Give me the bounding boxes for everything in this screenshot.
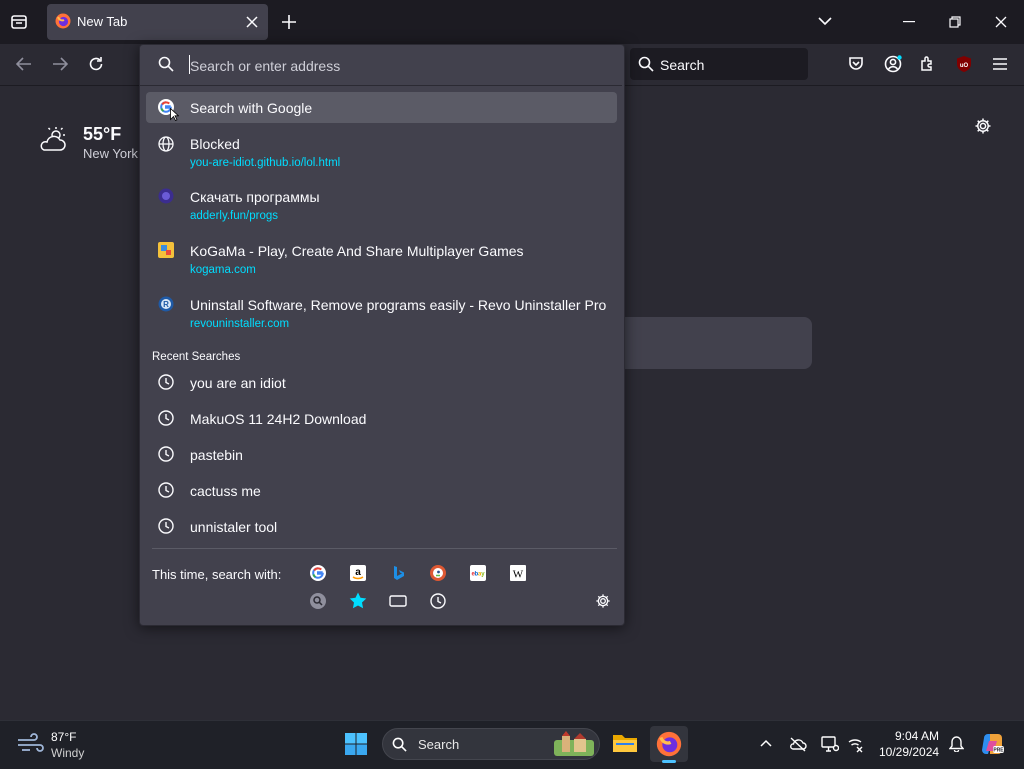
dropdown-footer-divider <box>152 548 617 549</box>
search-bar-placeholder: Search <box>660 57 705 73</box>
recent-search-text: you are an idiot <box>190 375 286 391</box>
suggestion-url: you-are-idiot.github.io/lol.html <box>190 157 341 169</box>
taskbar-weather-condition: Windy <box>51 746 85 760</box>
clock-icon <box>158 482 174 498</box>
notification-bell-icon[interactable] <box>949 736 964 752</box>
forward-arrow-icon[interactable] <box>52 57 68 71</box>
duckduckgo-icon[interactable] <box>430 565 446 581</box>
close-tab-icon[interactable] <box>246 16 258 28</box>
suggestion-title: Search with Google <box>190 100 313 116</box>
gear-icon[interactable] <box>974 117 992 135</box>
bing-icon[interactable] <box>390 565 406 581</box>
clock-icon <box>158 446 174 462</box>
clock-icon <box>158 374 174 390</box>
search-highlights-castle-icon <box>552 730 596 758</box>
site-icon <box>158 188 174 204</box>
suggestion-title: Скачать программы <box>190 189 320 205</box>
wikipedia-icon[interactable]: W <box>510 565 526 581</box>
firefox-icon <box>656 731 682 757</box>
taskbar-search-label: Search <box>418 737 460 752</box>
history-icon[interactable] <box>430 593 446 609</box>
new-tab-icon[interactable] <box>282 15 296 29</box>
menu-icon[interactable] <box>992 57 1008 71</box>
suggestion-title: Uninstall Software, Remove programs easi… <box>190 297 607 313</box>
suggestion-title: Blocked <box>190 136 240 152</box>
bookmarks-star-icon[interactable] <box>349 592 367 609</box>
recent-search-text: unnistaler tool <box>190 519 278 535</box>
copilot-icon[interactable]: PRE <box>980 732 1004 756</box>
taskbar-date[interactable]: 10/29/2024 <box>879 745 939 759</box>
windy-weather-icon[interactable] <box>16 733 44 753</box>
suggestion-url: revouninstaller.com <box>190 318 290 330</box>
pocket-icon[interactable] <box>848 56 864 72</box>
suggestion-url: kogama.com <box>190 264 256 276</box>
search-icon <box>638 56 654 72</box>
urlbar-divider <box>140 85 622 86</box>
restore-icon[interactable] <box>949 16 961 28</box>
amazon-icon[interactable]: a <box>350 565 366 581</box>
display-icon[interactable] <box>821 736 839 752</box>
firefox-icon <box>55 13 71 29</box>
ebay-icon[interactable]: ebay <box>470 565 486 581</box>
kogama-icon <box>158 242 174 258</box>
mouse-cursor-icon <box>170 108 179 121</box>
network-disconnected-icon[interactable] <box>848 737 864 753</box>
search-icon <box>158 56 174 72</box>
onedrive-offline-icon[interactable] <box>789 736 807 752</box>
svg-text:W: W <box>513 569 524 581</box>
taskbar-time[interactable]: 9:04 AM <box>895 729 939 743</box>
svg-text:PRE: PRE <box>993 748 1004 754</box>
minimize-icon[interactable] <box>903 21 915 23</box>
list-all-tabs-icon[interactable] <box>10 13 28 31</box>
google-icon[interactable] <box>310 565 326 581</box>
account-icon[interactable] <box>884 55 902 73</box>
recent-search-text: cactuss me <box>190 483 261 499</box>
tab-title: New Tab <box>77 14 128 29</box>
reload-icon[interactable] <box>88 56 104 72</box>
suggestion-url: adderly.fun/progs <box>190 210 279 222</box>
svg-text:R: R <box>163 300 169 309</box>
clock-icon <box>158 518 174 534</box>
svg-text:uO: uO <box>960 63 969 69</box>
search-bar[interactable] <box>630 48 808 80</box>
back-arrow-icon[interactable] <box>16 57 32 71</box>
extensions-icon[interactable] <box>920 55 937 72</box>
suggestion-title: KoGaMa - Play, Create And Share Multipla… <box>190 243 524 259</box>
recent-searches-header: Recent Searches <box>152 351 241 363</box>
file-explorer-icon[interactable] <box>612 732 638 754</box>
close-window-icon[interactable] <box>995 16 1007 28</box>
search-engine-icon[interactable] <box>310 593 326 609</box>
recent-search-text: MakuOS 11 24H2 Download <box>190 411 367 427</box>
taskbar-weather-temp: 87°F <box>51 730 77 744</box>
revo-icon: R <box>158 296 174 312</box>
search-settings-gear-icon[interactable] <box>595 593 611 609</box>
clock-icon <box>158 410 174 426</box>
chevron-down-icon[interactable] <box>818 16 832 26</box>
search-icon <box>392 737 407 752</box>
weather-location: New York <box>83 146 138 161</box>
recent-search-text: pastebin <box>190 447 243 463</box>
weather-temperature: 55°F <box>83 124 122 144</box>
globe-icon <box>158 136 174 152</box>
partly-sunny-icon <box>38 126 70 154</box>
urlbar-input[interactable] <box>190 56 610 76</box>
search-with-label: This time, search with: <box>152 567 282 582</box>
ublock-origin-icon[interactable]: uO <box>955 55 973 73</box>
chevron-up-icon[interactable] <box>760 739 772 747</box>
tabs-icon[interactable] <box>389 594 407 608</box>
windows-start-icon[interactable] <box>344 732 368 756</box>
active-app-indicator <box>662 760 676 763</box>
shortcut-card[interactable] <box>612 317 812 369</box>
svg-text:a: a <box>355 567 361 578</box>
